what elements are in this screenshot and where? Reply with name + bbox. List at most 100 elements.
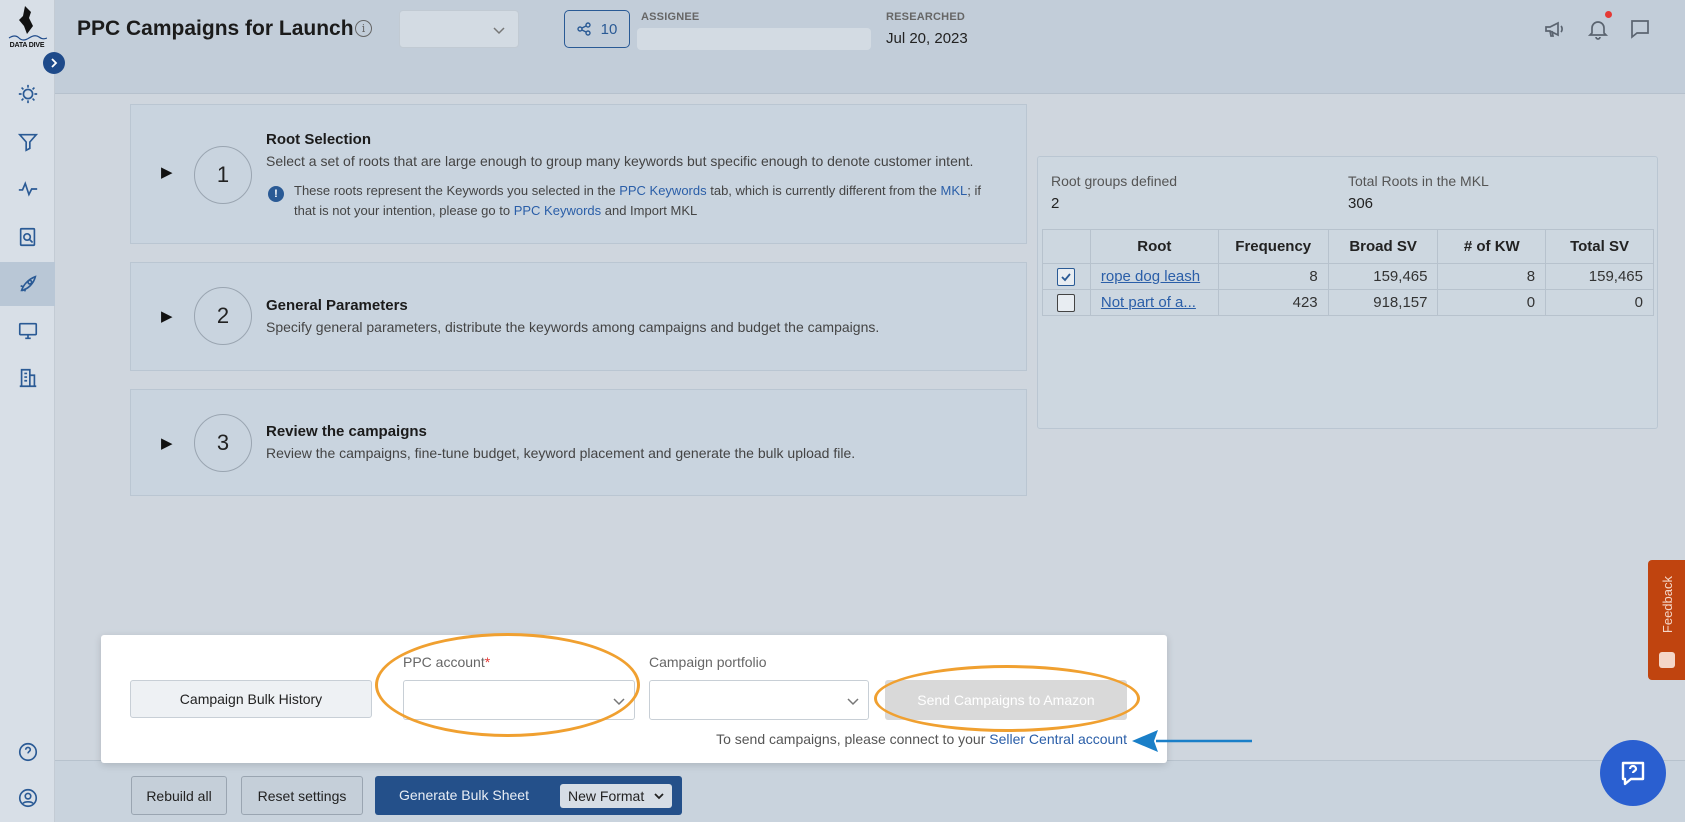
share-button[interactable]: 10 (564, 10, 630, 48)
seller-central-link[interactable]: Seller Central account (989, 731, 1127, 747)
user-icon (18, 788, 37, 808)
root-groups-value: 2 (1051, 195, 1060, 212)
announcements-button[interactable] (1543, 17, 1567, 41)
chevron-down-icon (493, 27, 505, 35)
sidebar-item-activity[interactable] (0, 167, 55, 211)
monitor-icon (18, 322, 37, 340)
column-header[interactable]: Total SV (1545, 229, 1654, 264)
campaign-bulk-history-button[interactable]: Campaign Bulk History (130, 680, 372, 718)
feedback-tab[interactable]: Feedback (1648, 560, 1685, 680)
table-row: rope dog leash 8 159,465 8 159,465 (1042, 263, 1654, 290)
sidebar-item-company[interactable] (0, 356, 55, 400)
expand-arrow-icon[interactable]: ▶ (161, 434, 173, 452)
sidebar-item-filter[interactable] (0, 120, 55, 164)
sidebar-item-research[interactable] (0, 215, 55, 259)
pointer-arrow-icon (1132, 730, 1252, 752)
row-checkbox[interactable] (1057, 267, 1076, 286)
reset-settings-button[interactable]: Reset settings (241, 776, 363, 815)
chevron-down-icon (847, 698, 859, 706)
row-checkbox-cell (1042, 263, 1091, 290)
chat-help-icon (1621, 761, 1645, 786)
kw-count-cell: 8 (1437, 263, 1547, 290)
share-count: 10 (600, 20, 618, 38)
sidebar-item-ideas[interactable] (0, 72, 55, 116)
row-checkbox[interactable] (1057, 293, 1076, 312)
column-header[interactable]: # of KW (1437, 229, 1547, 264)
notifications-button[interactable] (1586, 11, 1612, 41)
sidebar-item-ppc[interactable] (0, 262, 55, 306)
connect-message: To send campaigns, please connect to you… (716, 731, 1127, 747)
step-number: 2 (194, 287, 252, 345)
ppc-account-select[interactable] (403, 680, 635, 720)
format-dropdown[interactable]: New Format (560, 784, 672, 808)
header-dropdown[interactable] (399, 10, 519, 48)
help-chat-button[interactable] (1600, 740, 1666, 806)
step-general-parameters: ▶ 2 General Parameters Specify general p… (130, 262, 1027, 371)
chevron-down-icon (654, 793, 664, 800)
expand-arrow-icon[interactable]: ▶ (161, 307, 173, 325)
ppc-keywords-link[interactable]: PPC Keywords (619, 183, 706, 198)
bell-icon (1587, 21, 1609, 40)
sidebar-item-profile[interactable] (0, 776, 55, 820)
rocket-icon (19, 275, 37, 292)
alert-icon: ! (268, 186, 284, 202)
step-description: Specify general parameters, distribute t… (266, 319, 880, 335)
total-roots-value: 306 (1348, 195, 1374, 212)
lightbulb-icon (18, 84, 37, 104)
root-link[interactable]: rope dog leash (1101, 268, 1200, 285)
column-header[interactable]: Broad SV (1327, 229, 1439, 264)
filter-icon (17, 133, 38, 152)
root-groups-label: Root groups defined (1051, 173, 1178, 189)
share-icon (576, 22, 591, 36)
campaign-portfolio-select[interactable] (649, 680, 869, 720)
frequency-cell: 8 (1217, 263, 1329, 290)
sidebar: DATA DIVE (0, 0, 65, 822)
broad-sv-cell: 159,465 (1327, 263, 1439, 290)
sidebar-expand-button[interactable] (43, 52, 65, 74)
logo-text: DATA DIVE (9, 42, 45, 49)
messages-button[interactable] (1628, 17, 1652, 41)
chevron-down-icon (613, 698, 625, 706)
building-icon (19, 368, 36, 388)
root-link[interactable]: Not part of a... (1101, 294, 1196, 311)
page-title: PPC Campaigns for Launch (77, 17, 354, 40)
expand-arrow-icon[interactable]: ▶ (161, 163, 173, 181)
send-campaigns-modal: Campaign Bulk History PPC account* Campa… (101, 635, 1167, 763)
frequency-cell: 423 (1217, 289, 1329, 316)
researched-date: Jul 20, 2023 (886, 30, 968, 47)
generate-bulk-sheet-button[interactable]: Generate Bulk Sheet New Format (375, 776, 682, 815)
ppc-account-label: PPC account* (403, 654, 491, 670)
total-sv-cell: 159,465 (1545, 263, 1654, 290)
total-roots-label: Total Roots in the MKL (1348, 173, 1489, 189)
help-icon (18, 742, 37, 762)
column-header[interactable]: Frequency (1217, 229, 1329, 264)
activity-icon (18, 181, 37, 197)
kw-count-cell: 0 (1437, 289, 1547, 316)
feedback-icon (1659, 652, 1675, 668)
info-icon[interactable]: i (355, 20, 372, 37)
sidebar-item-monitor[interactable] (0, 309, 55, 353)
page-header: PPC Campaigns for Launch i 10 ASSIGNEE R… (55, 0, 1685, 94)
ppc-keywords-link[interactable]: PPC Keywords (514, 203, 601, 218)
step-review-campaigns: ▶ 3 Review the campaigns Review the camp… (130, 389, 1027, 496)
root-groups-panel: Root groups defined 2 Total Roots in the… (1037, 156, 1658, 429)
step-note: ! These roots represent the Keywords you… (266, 181, 1006, 221)
step-title: General Parameters (266, 297, 408, 314)
table-row: Not part of a... 423 918,157 0 0 (1042, 289, 1654, 316)
mkl-link[interactable]: MKL (940, 183, 967, 198)
send-campaigns-button[interactable]: Send Campaigns to Amazon (885, 680, 1127, 720)
bottom-action-bar: Rebuild all Reset settings Generate Bulk… (55, 760, 1685, 822)
sidebar-item-help[interactable] (0, 730, 55, 774)
step-description: Select a set of roots that are large eno… (266, 153, 974, 169)
search-doc-icon (19, 227, 35, 247)
feedback-label: Feedback (1660, 576, 1675, 634)
rebuild-all-button[interactable]: Rebuild all (131, 776, 227, 815)
roots-table: Root Frequency Broad SV # of KW Total SV… (1042, 229, 1654, 316)
assignee-field[interactable] (637, 28, 871, 50)
select-column-header (1042, 229, 1091, 264)
app-logo[interactable]: DATA DIVE (3, 4, 51, 54)
step-number: 3 (194, 414, 252, 472)
generate-label: Generate Bulk Sheet (399, 787, 529, 803)
chevron-right-icon (51, 58, 58, 68)
column-header[interactable]: Root (1089, 229, 1219, 264)
